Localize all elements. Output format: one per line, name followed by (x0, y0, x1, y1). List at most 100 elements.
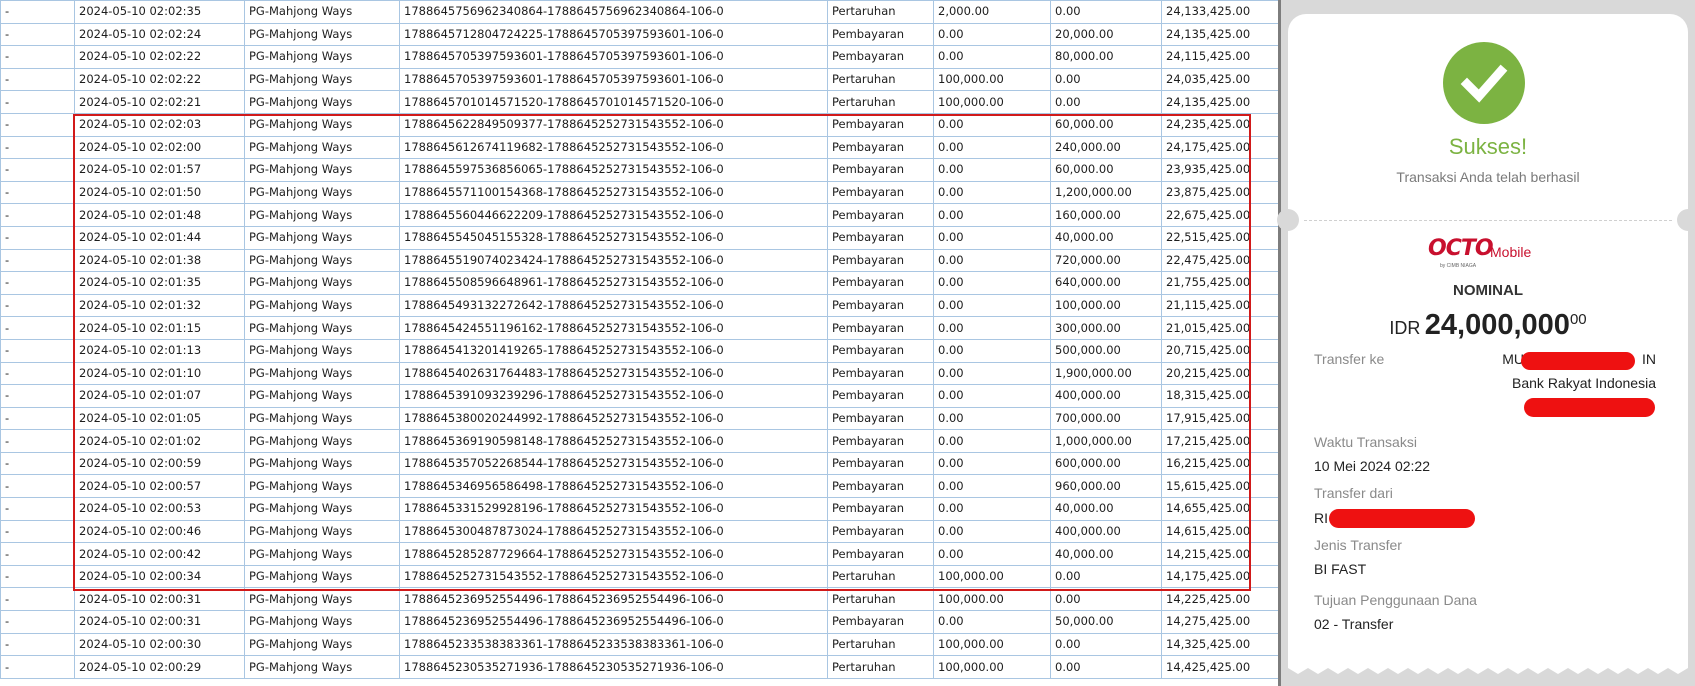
cell-col-round-id: 1788645252731543552-1788645252731543552-… (399, 564, 828, 589)
cell-col-bet: 100,000.00 (933, 564, 1051, 589)
cell-col-datetime: 2024-05-10 02:02:22 (74, 45, 245, 69)
cell-col-bet: 100,000.00 (933, 655, 1051, 679)
cell-col-type: Pembayaran (827, 451, 934, 476)
cell-col-datetime: 2024-05-10 02:01:35 (74, 271, 245, 295)
cell-col-type: Pembayaran (827, 293, 934, 318)
cell-col-datetime: 2024-05-10 02:01:38 (74, 248, 245, 273)
cell-col-game: PG-Mahjong Ways (244, 180, 400, 205)
cell-col-round-id: 1788645331529928196-1788645252731543552-… (399, 497, 828, 521)
cell-col-type: Pembayaran (827, 474, 934, 499)
cell-col-game: PG-Mahjong Ways (244, 248, 400, 273)
cell-col-win: 0.00 (1050, 632, 1162, 657)
cell-col-win: 0.00 (1050, 67, 1162, 92)
cell-col-bet: 0.00 (933, 474, 1051, 499)
cell-col-id: - (0, 361, 75, 386)
cell-col-game: PG-Mahjong Ways (244, 542, 400, 566)
cell-col-round-id: 1788645612674119682-1788645252731543552-… (399, 135, 828, 160)
cell-col-type: Pembayaran (827, 271, 934, 295)
cell-col-id: - (0, 429, 75, 453)
recipient-suffix: IN (1642, 351, 1656, 367)
cell-col-game: PG-Mahjong Ways (244, 158, 400, 182)
cell-col-round-id: 1788645508596648961-1788645252731543552-… (399, 271, 828, 295)
cell-col-balance: 14,425,425.00 (1161, 655, 1278, 679)
cell-col-datetime: 2024-05-10 02:00:53 (74, 497, 245, 521)
cell-col-id: - (0, 248, 75, 273)
cell-col-round-id: 1788645571100154368-1788645252731543552-… (399, 180, 828, 205)
cell-col-datetime: 2024-05-10 02:02:21 (74, 90, 245, 114)
cell-col-balance: 20,715,425.00 (1161, 338, 1278, 363)
cell-col-datetime: 2024-05-10 02:01:50 (74, 180, 245, 205)
table-row: -2024-05-10 02:00:46 PG-Mahjong Ways 17886… (0, 519, 1278, 544)
cell-col-datetime: 2024-05-10 02:00:30 (74, 632, 245, 657)
cell-col-balance: 17,215,425.00 (1161, 429, 1278, 453)
table-row: -2024-05-10 02:01:02 PG-Mahjong Ways 17886… (0, 429, 1278, 453)
redaction-account-number (1524, 398, 1655, 417)
cell-col-datetime: 2024-05-10 02:02:00 (74, 135, 245, 160)
table-row: -2024-05-10 02:01:57 PG-Mahjong Ways 17886… (0, 158, 1278, 182)
cell-col-game: PG-Mahjong Ways (244, 655, 400, 679)
cell-col-datetime: 2024-05-10 02:02:24 (74, 22, 245, 47)
cell-col-datetime: 2024-05-10 02:01:48 (74, 203, 245, 227)
cell-col-id: - (0, 655, 75, 679)
cell-col-id: - (0, 225, 75, 250)
cell-col-type: Pembayaran (827, 338, 934, 363)
cell-col-bet: 100,000.00 (933, 587, 1051, 612)
table-row: -2024-05-10 02:02:35 PG-Mahjong Ways 17886… (0, 0, 1278, 24)
transfer-to-label: Transfer ke (1314, 351, 1385, 367)
cell-col-round-id: 1788645357052268544-1788645252731543552-… (399, 451, 828, 476)
table-row: -2024-05-10 02:00:57 PG-Mahjong Ways 17886… (0, 474, 1278, 499)
cell-col-id: - (0, 451, 75, 476)
cell-col-balance: 23,875,425.00 (1161, 180, 1278, 205)
cell-col-game: PG-Mahjong Ways (244, 587, 400, 612)
cell-col-type: Pembayaran (827, 361, 934, 386)
cell-col-type: Pembayaran (827, 406, 934, 431)
transfer-type-value: BI FAST (1314, 561, 1367, 577)
cell-col-type: Pembayaran (827, 316, 934, 340)
cell-col-game: PG-Mahjong Ways (244, 338, 400, 363)
cell-col-balance: 24,035,425.00 (1161, 67, 1278, 92)
table-row: -2024-05-10 02:01:38 PG-Mahjong Ways 17886… (0, 248, 1278, 273)
cell-col-round-id: 1788645233538383361-1788645233538383361-… (399, 632, 828, 657)
cell-col-datetime: 2024-05-10 02:02:03 (74, 112, 245, 137)
cell-col-datetime: 2024-05-10 02:01:44 (74, 225, 245, 250)
cell-col-id: - (0, 587, 75, 612)
table-row: -2024-05-10 02:01:05 PG-Mahjong Ways 17886… (0, 406, 1278, 431)
cell-col-balance: 14,175,425.00 (1161, 564, 1278, 589)
cell-col-type: Pembayaran (827, 248, 934, 273)
cell-col-round-id: 1788645236952554496-1788645236952554496-… (399, 587, 828, 612)
cell-col-bet: 100,000.00 (933, 90, 1051, 114)
cell-col-bet: 0.00 (933, 22, 1051, 47)
cell-col-bet: 100,000.00 (933, 67, 1051, 92)
cell-col-balance: 14,275,425.00 (1161, 610, 1278, 634)
cell-col-win: 300,000.00 (1050, 316, 1162, 340)
cell-col-datetime: 2024-05-10 02:00:34 (74, 564, 245, 589)
cell-col-bet: 0.00 (933, 293, 1051, 318)
amount-currency: IDR (1389, 318, 1421, 338)
cell-col-id: - (0, 271, 75, 295)
cell-col-datetime: 2024-05-10 02:00:31 (74, 610, 245, 634)
cell-col-type: Pembayaran (827, 610, 934, 634)
cell-col-balance: 14,225,425.00 (1161, 587, 1278, 612)
cell-col-type: Pembayaran (827, 429, 934, 453)
cell-col-bet: 2,000.00 (933, 0, 1051, 24)
cell-col-win: 700,000.00 (1050, 406, 1162, 431)
cell-col-type: Pembayaran (827, 225, 934, 250)
checkmark-icon (1443, 42, 1525, 124)
cell-col-bet: 0.00 (933, 519, 1051, 544)
cell-col-bet: 0.00 (933, 497, 1051, 521)
cell-col-win: 50,000.00 (1050, 610, 1162, 634)
table-row: -2024-05-10 02:01:35 PG-Mahjong Ways 17886… (0, 271, 1278, 295)
table-row: -2024-05-10 02:01:15 PG-Mahjong Ways 17886… (0, 316, 1278, 340)
cell-col-game: PG-Mahjong Ways (244, 429, 400, 453)
transfer-receipt: Sukses! Transaksi Anda telah berhasil OC… (1277, 14, 1695, 674)
cell-col-balance: 20,215,425.00 (1161, 361, 1278, 386)
cell-col-round-id: 1788645705397593601-1788645705397593601-… (399, 45, 828, 69)
cell-col-type: Pembayaran (827, 45, 934, 69)
cell-col-round-id: 1788645519074023424-1788645252731543552-… (399, 248, 828, 273)
cell-col-datetime: 2024-05-10 02:02:35 (74, 0, 245, 24)
cell-col-round-id: 1788645705397593601-1788645705397593601-… (399, 67, 828, 92)
cell-col-bet: 0.00 (933, 180, 1051, 205)
cell-col-datetime: 2024-05-10 02:01:13 (74, 338, 245, 363)
table-row: -2024-05-10 02:00:31 PG-Mahjong Ways 17886… (0, 587, 1278, 612)
cell-col-bet: 0.00 (933, 112, 1051, 137)
